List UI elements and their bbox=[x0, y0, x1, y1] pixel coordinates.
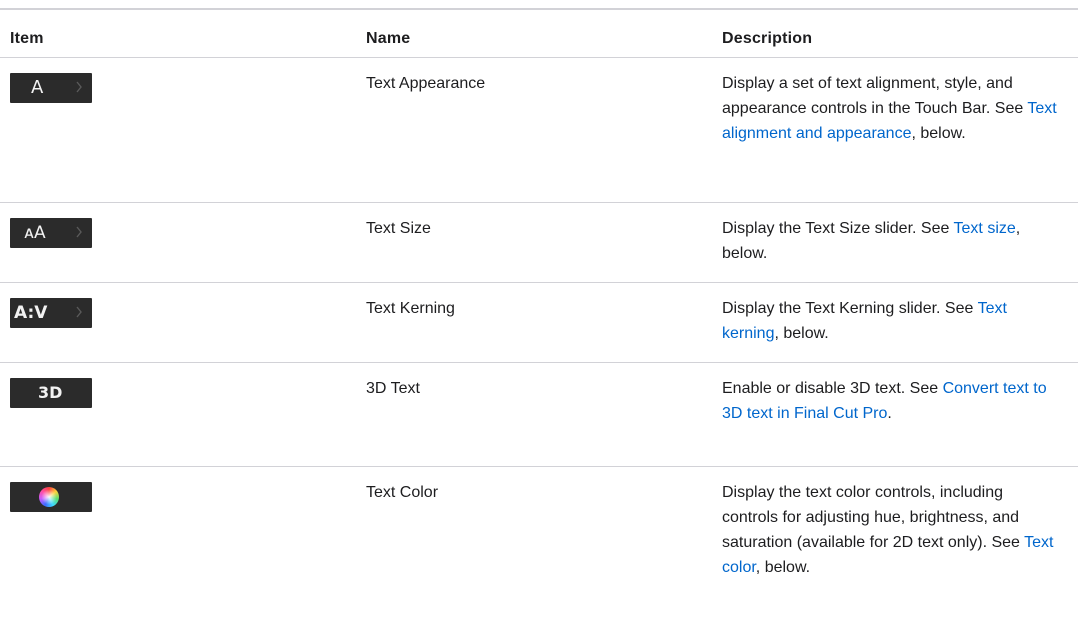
row-name: Text Color bbox=[366, 484, 439, 501]
chevron-right-icon bbox=[76, 81, 82, 93]
link-text-size[interactable]: Text size bbox=[954, 220, 1016, 237]
row-name: Text Kerning bbox=[366, 300, 455, 317]
table-row: Text Color Display the text color contro… bbox=[0, 467, 1078, 617]
text-kerning-glyph: A:V bbox=[14, 303, 48, 323]
text-kerning-icon: A:V bbox=[10, 298, 92, 328]
chevron-right-icon bbox=[76, 306, 82, 318]
row-description: Display the Text Size slider. See Text s… bbox=[722, 220, 1021, 262]
row-description: Display the Text Kerning slider. See Tex… bbox=[722, 300, 1007, 342]
touch-bar-controls-table: Item Name Description A Text Appearance … bbox=[0, 8, 1078, 617]
text-color-button bbox=[10, 482, 92, 512]
text-appearance-glyph: A bbox=[31, 77, 44, 98]
row-description: Enable or disable 3D text. See Convert t… bbox=[722, 380, 1047, 422]
text-size-icon: ᴀA bbox=[10, 218, 92, 248]
table-header-row: Item Name Description bbox=[0, 10, 1078, 58]
table-row: A:V Text Kerning Display the Text Kernin… bbox=[0, 283, 1078, 363]
row-name: 3D Text bbox=[366, 380, 420, 397]
header-item: Item bbox=[10, 30, 44, 47]
text-size-glyph: ᴀA bbox=[24, 223, 46, 243]
table-row: 3D 3D Text Enable or disable 3D text. Se… bbox=[0, 363, 1078, 467]
table-row: A Text Appearance Display a set of text … bbox=[0, 58, 1078, 203]
table-row: ᴀA Text Size Display the Text Size slide… bbox=[0, 203, 1078, 283]
row-name: Text Appearance bbox=[366, 75, 486, 92]
3d-text-icon: 3D bbox=[10, 378, 92, 408]
row-description: Display the text color controls, includi… bbox=[722, 484, 1054, 576]
text-appearance-icon: A bbox=[10, 73, 92, 103]
row-name: Text Size bbox=[366, 220, 431, 237]
header-description: Description bbox=[722, 30, 813, 47]
3d-text-glyph: 3D bbox=[38, 383, 63, 402]
row-description: Display a set of text alignment, style, … bbox=[722, 75, 1057, 142]
chevron-right-icon bbox=[76, 226, 82, 238]
header-name: Name bbox=[366, 30, 411, 47]
color-wheel-icon bbox=[39, 487, 59, 507]
